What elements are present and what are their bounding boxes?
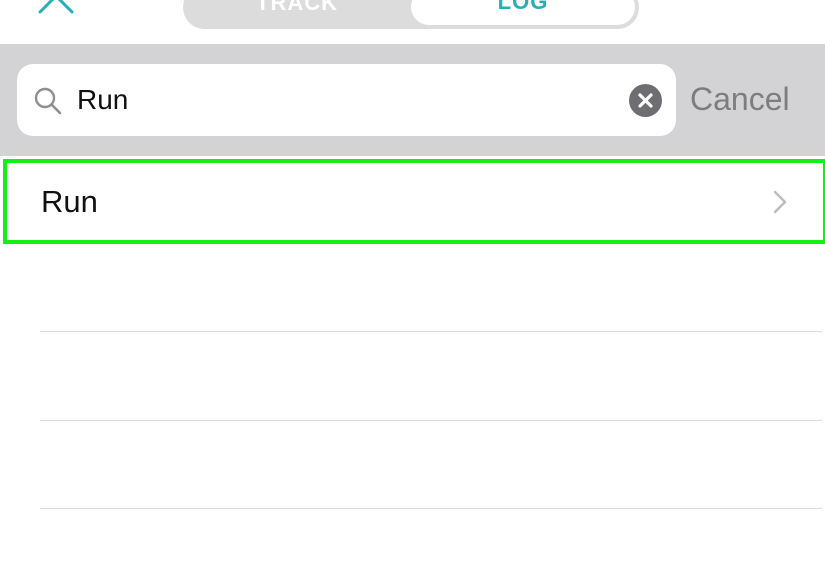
search-field [17,64,676,136]
track-log-segmented-control: TRACK LOG [183,0,639,29]
result-row-run[interactable]: Run [3,159,825,244]
list-divider [40,331,822,332]
cancel-button[interactable]: Cancel [690,74,815,124]
search-bar: Cancel [0,44,825,156]
clear-icon [638,93,653,108]
clear-search-button[interactable] [629,84,662,117]
result-label: Run [41,184,98,219]
tab-track[interactable]: TRACK [183,0,411,29]
chevron-right-icon [773,190,787,214]
close-button[interactable] [36,0,76,18]
tab-log[interactable]: LOG [411,0,635,25]
search-icon [34,87,62,115]
top-bar: TRACK LOG [0,0,825,44]
search-input[interactable] [77,64,617,136]
list-divider [40,508,822,509]
close-icon [38,0,74,14]
list-divider [40,420,822,421]
